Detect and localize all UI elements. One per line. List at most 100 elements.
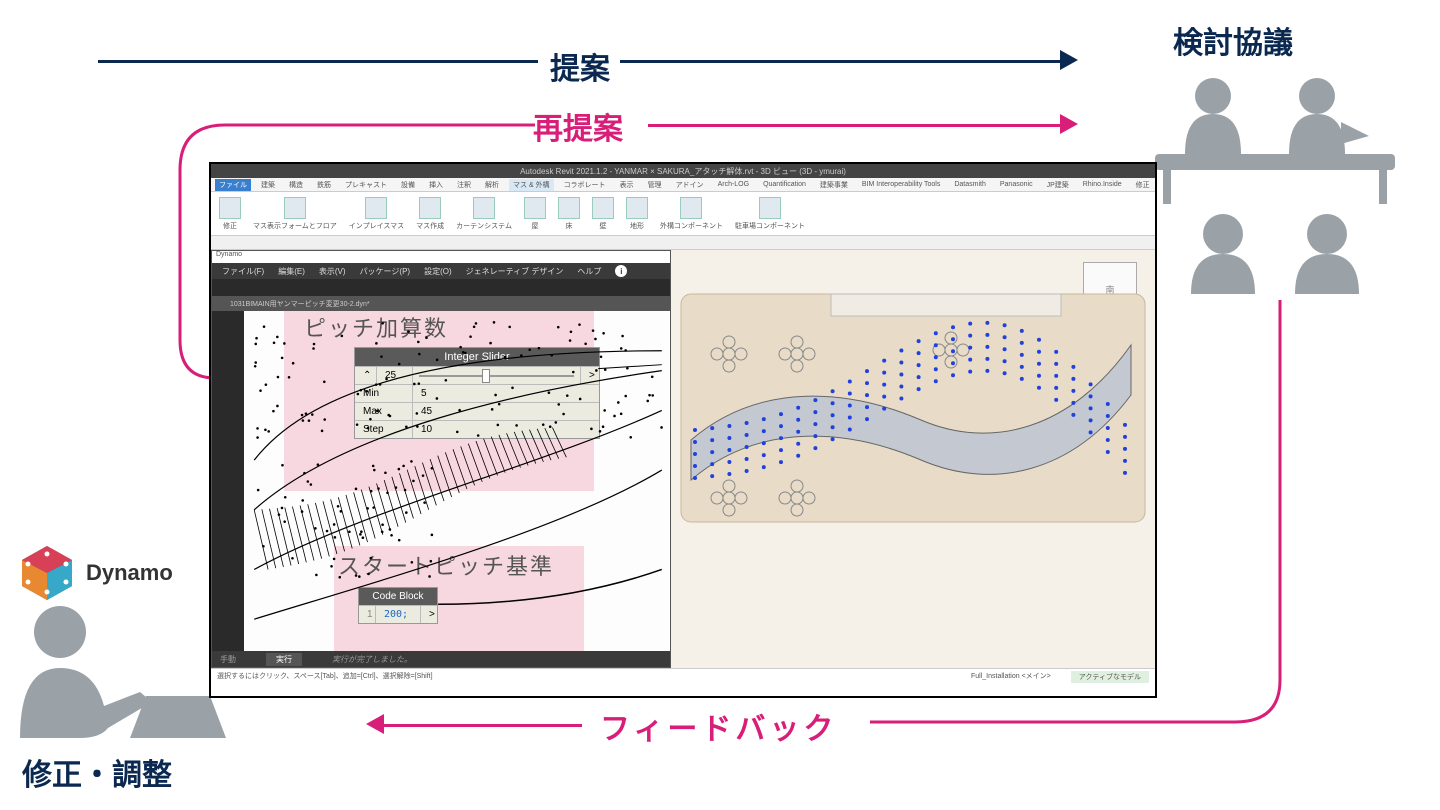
dynamo-window: Dynamo ファイル(F) 編集(E) 表示(V) パッケージ(P) 設定(O… xyxy=(211,250,671,668)
tool-0[interactable]: 修正 xyxy=(219,196,241,231)
tab-file[interactable]: ファイル xyxy=(215,179,251,191)
cb-out-port[interactable]: > xyxy=(421,606,437,623)
slider-track[interactable] xyxy=(413,367,581,384)
dynamo-toolbar xyxy=(212,279,670,297)
dynamo-status: 手動 実行 実行が完了しました。 xyxy=(212,651,670,667)
run-mode[interactable]: 手動 xyxy=(220,654,236,665)
reproposal-arrow-head xyxy=(1060,114,1078,134)
dynamo-logo-icon xyxy=(16,542,78,604)
dynamo-tab[interactable]: 1031BIMAIN用ヤンマーピッチ変更30-2.dyn* xyxy=(212,297,670,311)
revit-status-bar: 選択するにはクリック、スペース[Tab]、追加=[Ctrl]、選択解除=[Shi… xyxy=(211,668,1155,696)
tab-rebar[interactable]: 鉄筋 xyxy=(313,179,335,191)
dm-help[interactable]: ヘルプ xyxy=(577,266,601,277)
step-val[interactable]: 10 xyxy=(413,421,599,438)
active-model-badge: アクティブなモデル xyxy=(1071,671,1149,683)
tab-view[interactable]: 表示 xyxy=(616,179,638,191)
tool-2[interactable]: インプレイスマス xyxy=(349,196,404,231)
tab-bim[interactable]: BIM Interoperability Tools xyxy=(858,180,944,189)
tool-3[interactable]: マス作成 xyxy=(416,196,444,231)
reproposal-arrow xyxy=(648,124,1060,127)
tool-8[interactable]: 地形 xyxy=(626,196,648,231)
feedback-arrow xyxy=(382,724,582,727)
revit-title-bar: Autodesk Revit 2021.1.2 - YANMAR × SAKUR… xyxy=(211,164,1155,178)
pitch-add-label: ピッチ加算数 xyxy=(304,311,448,343)
tool-1[interactable]: マス表示フォームとフロア xyxy=(253,196,337,231)
revit-3d-view[interactable]: 南 xyxy=(671,250,1155,668)
tab-struct[interactable]: 構造 xyxy=(285,179,307,191)
tab-addin[interactable]: アドイン xyxy=(672,179,708,191)
tab-annotate[interactable]: 注釈 xyxy=(453,179,475,191)
dm-pkg[interactable]: パッケージ(P) xyxy=(360,266,411,277)
proposal-label: 提案 xyxy=(550,44,610,88)
proposal-arrow-head xyxy=(1060,50,1078,70)
start-pitch-label: スタートピッチ基準 xyxy=(338,549,554,581)
run-button[interactable]: 実行 xyxy=(266,653,302,666)
dm-edit[interactable]: 編集(E) xyxy=(278,266,305,277)
tool-5[interactable]: 屋 xyxy=(524,196,546,231)
tab-jp[interactable]: JP建築 xyxy=(1043,179,1073,191)
modify-label: 修正・調整 xyxy=(22,750,172,794)
expand-icon[interactable]: ⌃ xyxy=(355,367,377,384)
cb-code[interactable]: 200; xyxy=(376,606,421,623)
proposal-arrow-left xyxy=(98,60,538,63)
person-laptop-icon xyxy=(0,588,230,748)
feedback-arrow-head xyxy=(366,714,384,734)
run-status: 実行が完了しました。 xyxy=(332,654,412,665)
dynamo-ext-label: Dynamo xyxy=(86,560,173,586)
tab-manage[interactable]: 管理 xyxy=(644,179,666,191)
revit-ribbon: ファイル 建築 構造 鉄筋 プレキャスト 設備 挿入 注釈 解析 マス & 外構… xyxy=(211,178,1155,250)
dynamo-title: Dynamo xyxy=(212,251,670,263)
tab-archlog[interactable]: Arch-LOG xyxy=(714,180,754,189)
tab-kenchiku[interactable]: 建築事業 xyxy=(816,179,852,191)
step-label: Step xyxy=(355,421,413,438)
dm-opt[interactable]: 設定(O) xyxy=(424,266,452,277)
min-val[interactable]: 5 xyxy=(413,385,599,402)
codeblock-title: Code Block xyxy=(359,588,437,605)
status-hint: 選択するにはクリック、スペース[Tab]、追加=[Ctrl]、選択解除=[Shi… xyxy=(217,673,433,680)
blue-dots xyxy=(671,250,1155,668)
dynamo-sidebar xyxy=(212,311,244,651)
tab-massing[interactable]: マス & 外構 xyxy=(509,179,554,191)
dm-gen[interactable]: ジェネレーティブ デザイン xyxy=(466,266,564,277)
tab-mep[interactable]: 設備 xyxy=(397,179,419,191)
slider-out-port[interactable]: > xyxy=(581,367,599,384)
tab-collab[interactable]: コラボレート xyxy=(560,179,610,191)
max-val[interactable]: 45 xyxy=(413,403,599,420)
tool-6[interactable]: 床 xyxy=(558,196,580,231)
feedback-label: フィードバック xyxy=(600,704,837,748)
min-label: Min xyxy=(355,385,413,402)
ribbon-tabs: ファイル 建築 構造 鉄筋 プレキャスト 設備 挿入 注釈 解析 マス & 外構… xyxy=(211,178,1155,192)
slider-value: 25 xyxy=(377,367,413,384)
tab-datasmith[interactable]: Datasmith xyxy=(950,180,990,189)
code-block-node[interactable]: Code Block 1 200; > xyxy=(358,587,438,624)
integer-slider-node[interactable]: Integer Slider ⌃ 25 > Min5 Max45 Step10 xyxy=(354,347,600,439)
dynamo-menu: ファイル(F) 編集(E) 表示(V) パッケージ(P) 設定(O) ジェネレー… xyxy=(212,263,670,279)
tab-rhino[interactable]: Rhino.Inside xyxy=(1079,180,1126,189)
status-right: Full_Installation <メイン> xyxy=(971,671,1051,681)
tab-analyze[interactable]: 解析 xyxy=(481,179,503,191)
tool-9[interactable]: 外構コンポーネント xyxy=(660,196,723,231)
tool-10[interactable]: 駐車場コンポーネント xyxy=(735,196,805,231)
max-label: Max xyxy=(355,403,413,420)
proposal-arrow-right xyxy=(620,60,1060,63)
tab-panasonic[interactable]: Panasonic xyxy=(996,180,1037,189)
quick-access-bar xyxy=(211,236,1155,250)
tool-7[interactable]: 壁 xyxy=(592,196,614,231)
dm-file[interactable]: ファイル(F) xyxy=(222,266,264,277)
revit-screenshot: Autodesk Revit 2021.1.2 - YANMAR × SAKUR… xyxy=(209,162,1157,698)
tab-precast[interactable]: プレキャスト xyxy=(341,179,391,191)
meeting-icon xyxy=(1135,62,1415,302)
dynamo-canvas[interactable]: ピッチ加算数 スタートピッチ基準 Integer Slider ⌃ 25 > M… xyxy=(244,311,670,651)
tab-modify[interactable]: 修正 xyxy=(1132,179,1154,191)
tool-4[interactable]: カーテンシステム xyxy=(456,196,512,231)
tab-insert[interactable]: 挿入 xyxy=(425,179,447,191)
tab-quant[interactable]: Quantification xyxy=(759,180,810,189)
ribbon-tools: 修正 マス表示フォームとフロア インプレイスマス マス作成 カーテンシステム 屋… xyxy=(211,192,1155,236)
cb-line: 1 xyxy=(359,606,376,623)
tab-arch[interactable]: 建築 xyxy=(257,179,279,191)
info-icon[interactable]: i xyxy=(615,265,627,277)
reproposal-label: 再提案 xyxy=(533,104,623,148)
dm-view[interactable]: 表示(V) xyxy=(319,266,346,277)
slider-title: Integer Slider xyxy=(355,348,599,366)
discussion-label: 検討協議 xyxy=(1173,18,1293,62)
